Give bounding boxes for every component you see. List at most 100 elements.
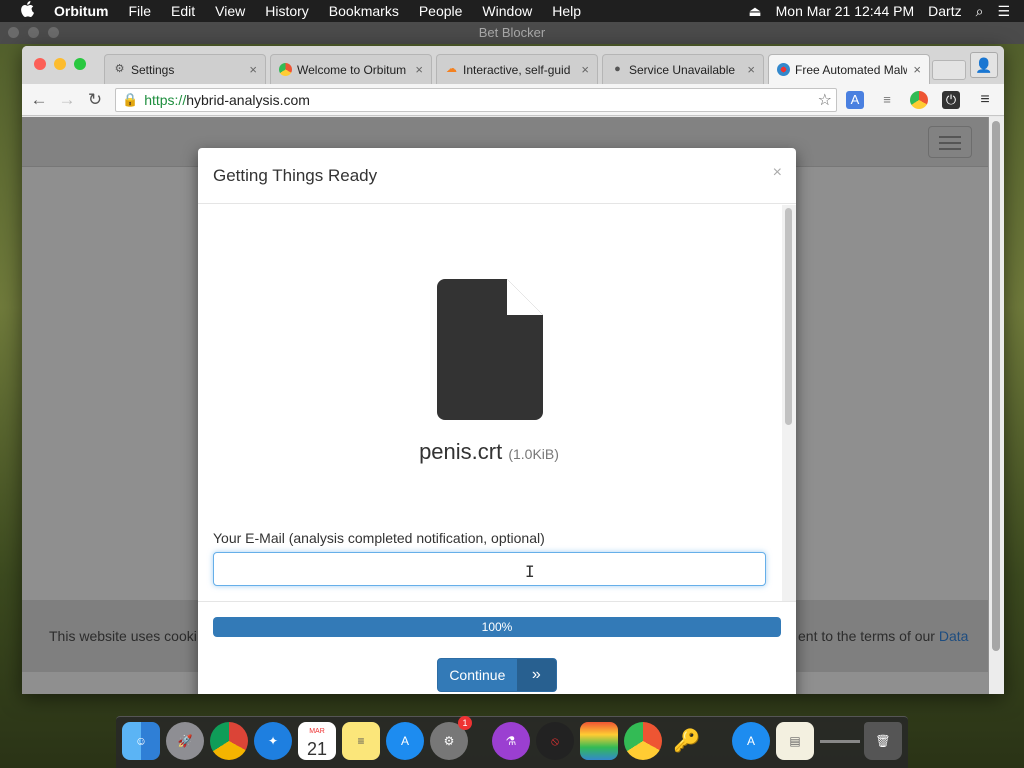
potion-app-icon[interactable]: ⚗ [492,722,530,760]
file-name-text: penis.crt [419,439,503,464]
app-store-folder-icon[interactable]: A [732,722,770,760]
text-cursor-icon: I [525,562,535,581]
reload-icon[interactable]: ↻ [84,89,106,111]
tab-label: Interactive, self-guid [463,62,571,77]
url-host: hybrid-analysis.com [186,92,310,108]
tab-service-unavailable[interactable]: ● Service Unavailable × [602,54,764,84]
notification-center-icon[interactable]: ☰ [997,3,1010,20]
safari-icon[interactable]: ✦ [254,722,292,760]
menu-orbitum[interactable]: Orbitum [54,3,108,19]
tab-hybrid-analysis[interactable]: Free Automated Malw × [768,54,930,84]
calendar-icon[interactable]: MAR 21 [298,722,336,760]
back-arrow-icon[interactable]: ← [28,89,50,111]
menu-window[interactable]: Window [482,3,532,19]
no-entry-app-icon[interactable]: ⦸ [536,722,574,760]
orbitum-dock-icon[interactable] [624,722,662,760]
browser-toolbar: ← → ↻ 🔒 https:// hybrid-analysis.com ☆ A… [22,84,1004,116]
lock-icon: 🔒 [122,92,139,107]
menubar-clock[interactable]: Mon Mar 21 12:44 PM [776,3,915,19]
tab-close-icon[interactable]: × [581,62,589,77]
menu-help[interactable]: Help [552,3,581,19]
background-window-title: Bet Blocker [0,22,1024,44]
file-size: (1.0KiB) [508,446,559,462]
launchpad-icon[interactable]: 🚀 [166,722,204,760]
orbitum-icon [279,63,292,76]
gear-icon: ⚙ [114,63,125,75]
certificate-file-icon[interactable]: ▤ [776,722,814,760]
close-window-button[interactable] [34,58,46,70]
tab-welcome-orbitum[interactable]: Welcome to Orbitum × [270,54,432,84]
power-extension-icon[interactable]: ⏻ [942,91,960,109]
email-input[interactable] [213,552,766,586]
upload-progress: 100% [213,617,781,637]
tab-interactive[interactable]: ☁ Interactive, self-guid × [436,54,598,84]
continue-button[interactable]: Continue » [437,658,557,692]
orbitum-extension-icon[interactable] [910,91,928,109]
apple-icon: ● [614,63,621,75]
trash-icon[interactable]: 🗑 [864,722,902,760]
forward-arrow-icon[interactable]: → [56,89,78,111]
keychain-icon[interactable]: 🔑 [668,722,706,760]
background-window-controls [8,27,59,38]
calendar-month: MAR [309,728,325,735]
chrome-icon[interactable] [210,722,248,760]
spotlight-search-icon[interactable]: ⌕ [976,3,984,20]
browser-window: ⚙ Settings × Welcome to Orbitum × ☁ Inte… [22,46,1004,694]
translate-extension-icon[interactable]: A [846,91,864,109]
hamburger-menu-icon[interactable] [928,126,972,158]
browser-menu-icon[interactable]: ≡ [976,91,994,109]
minimize-window-button[interactable] [54,58,66,70]
modal-scrollbar[interactable] [782,205,796,601]
system-preferences-icon[interactable]: ⚙ 1 [430,716,472,760]
page-viewport: This website uses cooki ent to the terms… [22,117,1004,694]
tab-label: Settings [131,62,175,77]
calendar-day: 21 [306,739,328,759]
modal-scrollbar-thumb[interactable] [785,208,792,425]
minimized-window-icon[interactable] [820,722,860,760]
menu-bar: Orbitum File Edit View History Bookmarks… [0,0,1024,22]
cookie-text-right: ent to the terms of our Data [798,628,968,644]
cookie-text-tail: ent to the terms of our [798,628,939,644]
cookie-text-left: This website uses cooki [49,628,197,644]
menu-history[interactable]: History [265,3,309,19]
menu-view[interactable]: View [215,3,245,19]
notification-badge: 1 [458,716,472,730]
app-store-icon[interactable]: A [386,722,424,760]
finder-icon[interactable]: ☺ [122,722,160,760]
bluestacks-icon[interactable] [580,722,618,760]
eject-icon[interactable]: ⏏ [748,3,761,20]
menu-file[interactable]: File [128,3,151,19]
address-bar[interactable]: 🔒 https:// hybrid-analysis.com ☆ [115,88,837,112]
tab-close-icon[interactable]: × [415,62,423,77]
email-label: Your E-Mail (analysis completed notifica… [213,530,545,546]
tab-bar: ⚙ Settings × Welcome to Orbitum × ☁ Inte… [22,46,1004,84]
new-tab-button[interactable] [932,60,966,80]
upload-modal: Getting Things Ready × penis.crt (1.0KiB… [198,148,796,694]
progress-bar: 100% [213,617,781,637]
tab-settings[interactable]: ⚙ Settings × [104,54,266,84]
apple-menu-icon[interactable] [20,1,38,21]
page-scrollbar-thumb[interactable] [992,121,1000,651]
profile-icon[interactable]: 👤 [970,52,998,78]
playlist-extension-icon[interactable]: ≡ [878,91,896,109]
tab-close-icon[interactable]: × [249,62,257,77]
double-chevron-right-icon: » [516,659,556,691]
url-scheme: https:// [144,92,187,108]
modal-close-icon[interactable]: × [773,164,782,182]
menubar-user[interactable]: Dartz [928,3,961,19]
file-icon [437,279,543,420]
notes-icon[interactable]: ≡ [342,722,380,760]
page-scrollbar[interactable] [989,117,1004,694]
modal-footer: 100% Continue » [198,601,796,694]
menu-edit[interactable]: Edit [171,3,195,19]
menu-bookmarks[interactable]: Bookmarks [329,3,399,19]
tab-label: Free Automated Malw [795,62,908,77]
tab-close-icon[interactable]: × [747,62,755,77]
cookie-data-link[interactable]: Data [939,628,969,644]
menu-people[interactable]: People [419,3,463,19]
zoom-window-button[interactable] [74,58,86,70]
continue-label: Continue [449,667,506,683]
bookmark-star-icon[interactable]: ☆ [818,90,832,110]
tab-close-icon[interactable]: × [913,62,921,77]
modal-header: Getting Things Ready × [198,148,796,204]
